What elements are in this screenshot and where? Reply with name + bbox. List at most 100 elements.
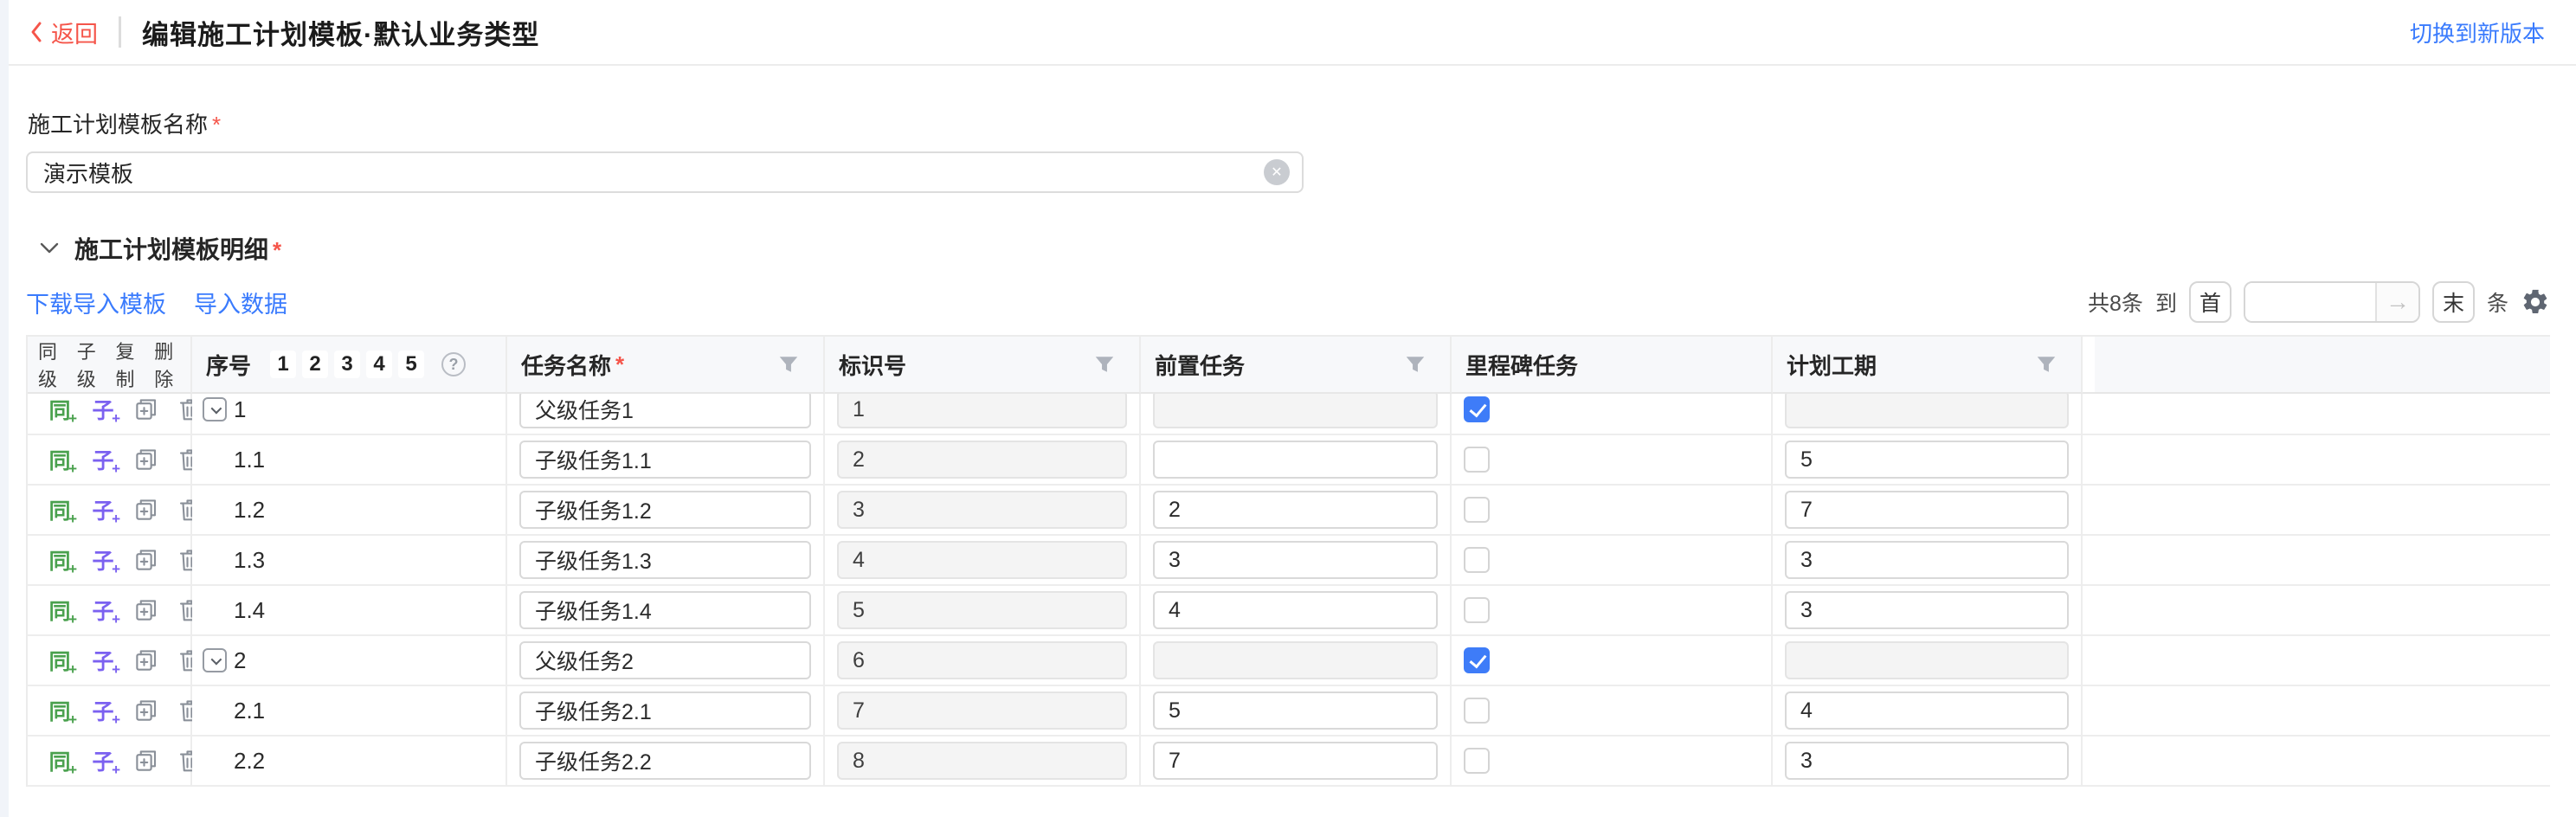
task-name-input[interactable] xyxy=(519,541,811,579)
wbs-id-input xyxy=(837,541,1127,579)
milestone-checkbox[interactable] xyxy=(1464,597,1490,623)
download-import-template-link[interactable]: 下载导入模板 xyxy=(26,286,166,319)
copy-icon[interactable] xyxy=(132,696,161,725)
first-page-button[interactable]: 首 xyxy=(2189,281,2231,323)
task-name-input[interactable] xyxy=(519,692,811,730)
copy-icon[interactable] xyxy=(132,445,161,474)
add-child-icon[interactable]: 子+ xyxy=(88,495,118,524)
back-button[interactable]: 返回 xyxy=(29,16,98,49)
duration-input[interactable] xyxy=(1785,692,2069,730)
add-sibling-icon[interactable]: 同+ xyxy=(45,545,74,575)
table-row: 同+ 子+ 2.1 xyxy=(26,686,2550,737)
add-child-icon[interactable]: 子+ xyxy=(88,646,118,675)
add-child-icon[interactable]: 子+ xyxy=(88,545,118,575)
jump-go-arrow-icon[interactable]: → xyxy=(2375,283,2418,321)
add-sibling-icon[interactable]: 同+ xyxy=(45,696,74,725)
duration-input[interactable] xyxy=(1785,491,2069,529)
level-4-button[interactable]: 4 xyxy=(366,351,392,378)
task-name-input[interactable] xyxy=(519,390,811,428)
milestone-checkbox[interactable] xyxy=(1464,647,1490,673)
row-seq-cell: 2 xyxy=(192,636,507,686)
filter-icon[interactable] xyxy=(2036,355,2057,374)
template-name-label: 施工计划模板名称* xyxy=(26,107,2550,139)
predecessor-input[interactable] xyxy=(1153,441,1438,479)
level-1-button[interactable]: 1 xyxy=(270,351,296,378)
table-header-row: 同级 子级 复制 删除 序号 1 2 3 4 5 ? 任务名称* xyxy=(26,335,2550,385)
task-name-input[interactable] xyxy=(519,591,811,629)
add-sibling-icon[interactable]: 同+ xyxy=(45,395,74,424)
add-child-icon[interactable]: 子+ xyxy=(88,445,118,474)
predecessor-input xyxy=(1153,641,1438,679)
level-2-button[interactable]: 2 xyxy=(302,351,328,378)
copy-icon[interactable] xyxy=(132,646,161,675)
predecessor-input[interactable] xyxy=(1153,591,1438,629)
copy-icon[interactable] xyxy=(132,395,161,424)
predecessor-input[interactable] xyxy=(1153,742,1438,780)
milestone-checkbox[interactable] xyxy=(1464,447,1490,473)
duration-input[interactable] xyxy=(1785,591,2069,629)
milestone-checkbox[interactable] xyxy=(1464,547,1490,573)
filter-icon[interactable] xyxy=(778,355,799,374)
header-add-sibling: 同级 xyxy=(38,337,74,392)
duration-cell xyxy=(1773,686,2083,737)
table-settings-gear-icon[interactable] xyxy=(2521,287,2550,317)
import-data-link[interactable]: 导入数据 xyxy=(194,286,287,319)
milestone-checkbox[interactable] xyxy=(1464,396,1490,422)
filter-icon[interactable] xyxy=(1405,355,1426,374)
add-child-icon[interactable]: 子+ xyxy=(88,395,118,424)
task-name-cell xyxy=(507,536,825,586)
add-sibling-icon[interactable]: 同+ xyxy=(45,495,74,524)
duration-cell xyxy=(1773,486,2083,536)
add-sibling-icon[interactable]: 同+ xyxy=(45,646,74,675)
task-name-cell xyxy=(507,636,825,686)
predecessor-input[interactable] xyxy=(1153,692,1438,730)
table-row: 同+ 子+ 1.1 xyxy=(26,435,2550,486)
last-page-button[interactable]: 末 xyxy=(2432,281,2475,323)
seq-label: 2.1 xyxy=(234,698,265,724)
task-name-cell xyxy=(507,686,825,737)
copy-icon[interactable] xyxy=(132,545,161,575)
task-name-input[interactable] xyxy=(519,441,811,479)
collapse-toggle-icon[interactable] xyxy=(203,648,227,672)
predecessor-input[interactable] xyxy=(1153,541,1438,579)
duration-cell xyxy=(1773,435,2083,486)
level-5-button[interactable]: 5 xyxy=(398,351,424,378)
copy-icon[interactable] xyxy=(132,495,161,524)
column-header-seq: 序号 1 2 3 4 5 ? xyxy=(192,335,507,394)
filter-icon[interactable] xyxy=(1094,355,1115,374)
milestone-checkbox[interactable] xyxy=(1464,748,1490,774)
add-sibling-icon[interactable]: 同+ xyxy=(45,595,74,625)
task-name-cell xyxy=(507,737,825,787)
predecessor-input[interactable] xyxy=(1153,491,1438,529)
duration-input[interactable] xyxy=(1785,541,2069,579)
add-child-icon[interactable]: 子+ xyxy=(88,746,118,775)
row-actions-cell: 同+ 子+ xyxy=(28,536,192,586)
jump-row-input[interactable] xyxy=(2245,283,2375,321)
task-name-input[interactable] xyxy=(519,491,811,529)
milestone-checkbox[interactable] xyxy=(1464,698,1490,724)
task-name-input[interactable] xyxy=(519,742,811,780)
add-sibling-icon[interactable]: 同+ xyxy=(45,445,74,474)
clear-input-icon[interactable]: ✕ xyxy=(1264,159,1290,185)
duration-input[interactable] xyxy=(1785,441,2069,479)
collapse-toggle-icon[interactable] xyxy=(203,397,227,421)
task-name-input[interactable] xyxy=(519,641,811,679)
switch-to-new-version-link[interactable]: 切换到新版本 xyxy=(2410,16,2545,48)
milestone-checkbox[interactable] xyxy=(1464,497,1490,523)
detail-section-header: 施工计划模板明细* xyxy=(26,231,2550,266)
copy-icon[interactable] xyxy=(132,595,161,625)
seq-label: 1.2 xyxy=(234,497,265,524)
level-3-button[interactable]: 3 xyxy=(334,351,360,378)
add-child-icon[interactable]: 子+ xyxy=(88,696,118,725)
help-question-icon[interactable]: ? xyxy=(441,352,466,376)
template-name-input[interactable] xyxy=(26,151,1304,193)
duration-input xyxy=(1785,641,2069,679)
duration-input[interactable] xyxy=(1785,742,2069,780)
wbs-id-input xyxy=(837,390,1127,428)
copy-icon[interactable] xyxy=(132,746,161,775)
row-fixed-gap xyxy=(2083,636,2095,686)
add-sibling-icon[interactable]: 同+ xyxy=(45,746,74,775)
add-child-icon[interactable]: 子+ xyxy=(88,595,118,625)
milestone-cell xyxy=(1452,435,1773,486)
collapse-section-icon[interactable] xyxy=(40,242,59,254)
